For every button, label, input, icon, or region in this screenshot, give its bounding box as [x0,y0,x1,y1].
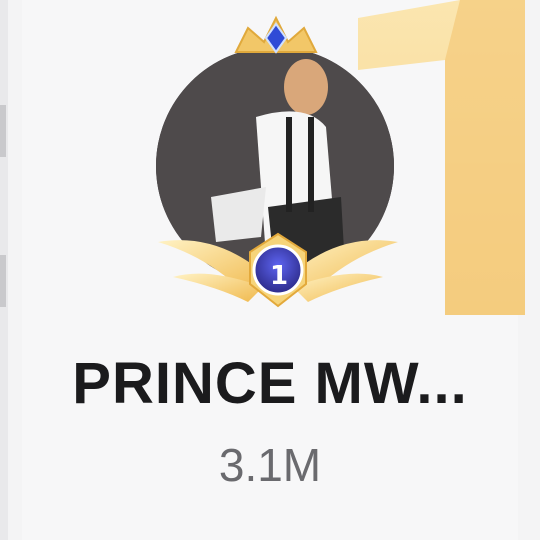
avatar-frame[interactable]: 1 [148,12,408,312]
profile-name[interactable]: PRINCE MW... [0,350,540,417]
edge-mark [0,255,6,307]
rank-number: 1 [269,261,289,291]
edge-mark [0,105,6,157]
follower-count: 3.1M [218,439,322,491]
crown-icon [234,15,318,54]
